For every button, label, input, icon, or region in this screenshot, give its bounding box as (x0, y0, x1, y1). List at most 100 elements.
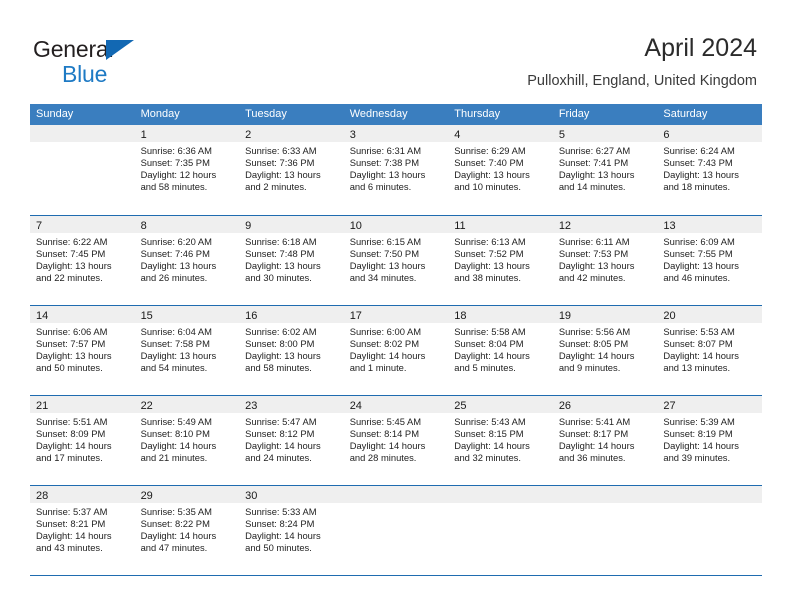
day-number: 20 (663, 310, 676, 322)
calendar-week-row: 21 Sunrise: 5:51 AM Sunset: 8:09 PM Dayligh… (30, 395, 762, 485)
day-details: Sunrise: 5:35 AM Sunset: 8:22 PM Daylight:… (135, 503, 240, 554)
daylight-text-cont: and 42 minutes. (558, 272, 626, 284)
day-cell-26[interactable]: 26 Sunrise: 5:41 AM Sunset: 8:17 PM Dayligh… (552, 396, 658, 485)
day-cell-28[interactable]: 28 Sunrise: 5:37 AM Sunset: 8:21 PM Dayligh… (30, 486, 135, 575)
generalblue-logo[interactable]: General Blue (33, 38, 233, 86)
day-cell-3[interactable]: 3 Sunrise: 6:31 AM Sunset: 7:38 PM Daylight… (343, 125, 449, 215)
day-number-band: 13 (657, 216, 762, 233)
day-details: Sunrise: 6:20 AM Sunset: 7:46 PM Daylight:… (135, 233, 240, 284)
day-cell-16[interactable]: 16 Sunrise: 6:02 AM Sunset: 8:00 PM Dayligh… (239, 306, 344, 395)
day-cell-4[interactable]: 4 Sunrise: 6:29 AM Sunset: 7:40 PM Daylight… (448, 125, 553, 215)
day-number-band: 15 (134, 306, 240, 323)
daylight-text: Daylight: 14 hours (558, 440, 635, 452)
day-cell-8[interactable]: 8 Sunrise: 6:20 AM Sunset: 7:46 PM Daylight… (134, 216, 240, 305)
day-number-band: 1 (134, 125, 240, 142)
daylight-text-cont: and 14 minutes. (558, 181, 626, 193)
day-number: 30 (245, 490, 258, 502)
page-title: April 2024 (644, 34, 757, 62)
daylight-text: Daylight: 14 hours (454, 350, 530, 362)
day-cell-15[interactable]: 15 Sunrise: 6:04 AM Sunset: 7:58 PM Dayligh… (134, 306, 240, 395)
day-cell-23[interactable]: 23 Sunrise: 5:47 AM Sunset: 8:12 PM Dayligh… (239, 396, 344, 485)
day-number-band (552, 486, 658, 503)
day-cell-19[interactable]: 19 Sunrise: 5:56 AM Sunset: 8:05 PM Dayligh… (552, 306, 658, 395)
daylight-text: Daylight: 14 hours (349, 440, 426, 452)
day-cell-27[interactable]: 27 Sunrise: 5:39 AM Sunset: 8:19 PM Dayligh… (657, 396, 762, 485)
sunset-text: Sunset: 7:46 PM (140, 248, 210, 260)
daylight-text-cont: and 32 minutes. (454, 452, 521, 464)
day-cell-12[interactable]: 12 Sunrise: 6:11 AM Sunset: 7:53 PM Dayligh… (552, 216, 658, 305)
day-cell-10[interactable]: 10 Sunrise: 6:15 AM Sunset: 7:50 PM Dayligh… (343, 216, 449, 305)
daylight-text: Daylight: 13 hours (558, 260, 635, 272)
day-details: Sunrise: 5:39 AM Sunset: 8:19 PM Daylight:… (657, 413, 762, 464)
daylight-text-cont: and 18 minutes. (663, 181, 731, 193)
daylight-text: Daylight: 13 hours (245, 350, 321, 362)
sunset-text: Sunset: 8:02 PM (349, 338, 419, 350)
day-details: Sunrise: 6:06 AM Sunset: 7:57 PM Daylight:… (30, 323, 135, 374)
daylight-text-cont: and 34 minutes. (349, 272, 417, 284)
day-number: 23 (245, 400, 258, 412)
day-details: Sunrise: 6:11 AM Sunset: 7:53 PM Daylight:… (553, 233, 658, 284)
day-number: 9 (245, 220, 252, 232)
sunrise-text: Sunrise: 6:06 AM (36, 326, 108, 337)
sunrise-text: Sunrise: 6:31 AM (349, 145, 422, 156)
day-cell-17[interactable]: 17 Sunrise: 6:00 AM Sunset: 8:02 PM Dayligh… (343, 306, 449, 395)
sunrise-text: Sunrise: 5:49 AM (140, 416, 212, 427)
day-cell-29[interactable]: 29 Sunrise: 5:35 AM Sunset: 8:22 PM Dayligh… (134, 486, 240, 575)
sunset-text: Sunset: 7:35 PM (140, 157, 210, 169)
calendar-week-row: 28 Sunrise: 5:37 AM Sunset: 8:21 PM Dayligh… (30, 485, 762, 575)
sunset-text: Sunset: 8:09 PM (36, 428, 106, 440)
day-details (657, 503, 762, 506)
daylight-text-cont: and 1 minute. (349, 362, 407, 374)
day-details (344, 503, 449, 506)
day-cell-6[interactable]: 6 Sunrise: 6:24 AM Sunset: 7:43 PM Daylight… (657, 125, 762, 215)
logo-text-general-row: General (33, 38, 233, 62)
calendar-page: General Blue April 2024 Pulloxhill, Engl… (0, 0, 792, 612)
day-cell-22[interactable]: 22 Sunrise: 5:49 AM Sunset: 8:10 PM Dayligh… (134, 396, 240, 485)
daylight-text: Daylight: 13 hours (36, 350, 112, 362)
day-details: Sunrise: 6:15 AM Sunset: 7:50 PM Daylight:… (344, 233, 449, 284)
triangle-logo-icon (106, 40, 134, 60)
day-number: 26 (558, 400, 572, 412)
day-number: 3 (349, 129, 356, 141)
day-cell-20[interactable]: 20 Sunrise: 5:53 AM Sunset: 8:07 PM Dayligh… (657, 306, 762, 395)
sunrise-text: Sunrise: 5:53 AM (663, 326, 735, 337)
sunrise-text: Sunrise: 6:36 AM (140, 145, 212, 156)
daylight-text: Daylight: 13 hours (663, 169, 739, 181)
day-cell-9[interactable]: 9 Sunrise: 6:18 AM Sunset: 7:48 PM Daylight… (239, 216, 344, 305)
day-details: Sunrise: 6:31 AM Sunset: 7:38 PM Daylight:… (344, 142, 449, 193)
day-cell-7[interactable]: 7 Sunrise: 6:22 AM Sunset: 7:45 PM Daylight… (30, 216, 135, 305)
sunset-text: Sunset: 7:55 PM (663, 248, 733, 260)
weekday-header-friday: Friday (558, 108, 590, 120)
day-cell-11[interactable]: 11 Sunrise: 6:13 AM Sunset: 7:52 PM Dayligh… (448, 216, 553, 305)
daylight-text: Daylight: 14 hours (140, 440, 217, 452)
daylight-text: Daylight: 13 hours (245, 169, 321, 181)
day-cell-1[interactable]: 1 Sunrise: 6:36 AM Sunset: 7:35 PM Daylight… (134, 125, 240, 215)
daylight-text: Daylight: 14 hours (663, 350, 739, 362)
day-cell-13[interactable]: 13 Sunrise: 6:09 AM Sunset: 7:55 PM Dayligh… (657, 216, 762, 305)
day-details: Sunrise: 6:29 AM Sunset: 7:40 PM Daylight:… (448, 142, 553, 193)
day-cell-30[interactable]: 30 Sunrise: 5:33 AM Sunset: 8:24 PM Dayligh… (239, 486, 344, 575)
day-cell-18[interactable]: 18 Sunrise: 5:58 AM Sunset: 8:04 PM Dayligh… (448, 306, 553, 395)
sunset-text: Sunset: 7:48 PM (245, 248, 315, 260)
day-number-band: 16 (239, 306, 344, 323)
sunset-text: Sunset: 8:21 PM (36, 518, 106, 530)
day-number-band: 29 (134, 486, 240, 503)
day-cell-24[interactable]: 24 Sunrise: 5:45 AM Sunset: 8:14 PM Dayligh… (343, 396, 449, 485)
day-number: 17 (349, 310, 362, 322)
day-cell-5[interactable]: 5 Sunrise: 6:27 AM Sunset: 7:41 PM Daylight… (552, 125, 658, 215)
day-number-band: 21 (30, 396, 135, 413)
day-cell-21[interactable]: 21 Sunrise: 5:51 AM Sunset: 8:09 PM Dayligh… (30, 396, 135, 485)
day-cell-2[interactable]: 2 Sunrise: 6:33 AM Sunset: 7:36 PM Daylight… (239, 125, 344, 215)
sunset-text: Sunset: 8:05 PM (558, 338, 629, 350)
sunset-text: Sunset: 8:04 PM (454, 338, 524, 350)
day-details: Sunrise: 6:27 AM Sunset: 7:41 PM Daylight:… (553, 142, 658, 193)
day-cell-25[interactable]: 25 Sunrise: 5:43 AM Sunset: 8:15 PM Dayligh… (448, 396, 553, 485)
day-cell-14[interactable]: 14 Sunrise: 6:06 AM Sunset: 7:57 PM Dayligh… (30, 306, 135, 395)
daylight-text-cont: and 9 minutes. (558, 362, 621, 374)
logo-text-general: General (33, 36, 114, 62)
daylight-text-cont: and 5 minutes. (454, 362, 516, 374)
sunrise-text: Sunrise: 6:20 AM (140, 236, 212, 247)
day-number-band: 26 (552, 396, 658, 413)
sunset-text: Sunset: 7:41 PM (558, 157, 629, 169)
sunrise-text: Sunrise: 6:24 AM (663, 145, 735, 156)
